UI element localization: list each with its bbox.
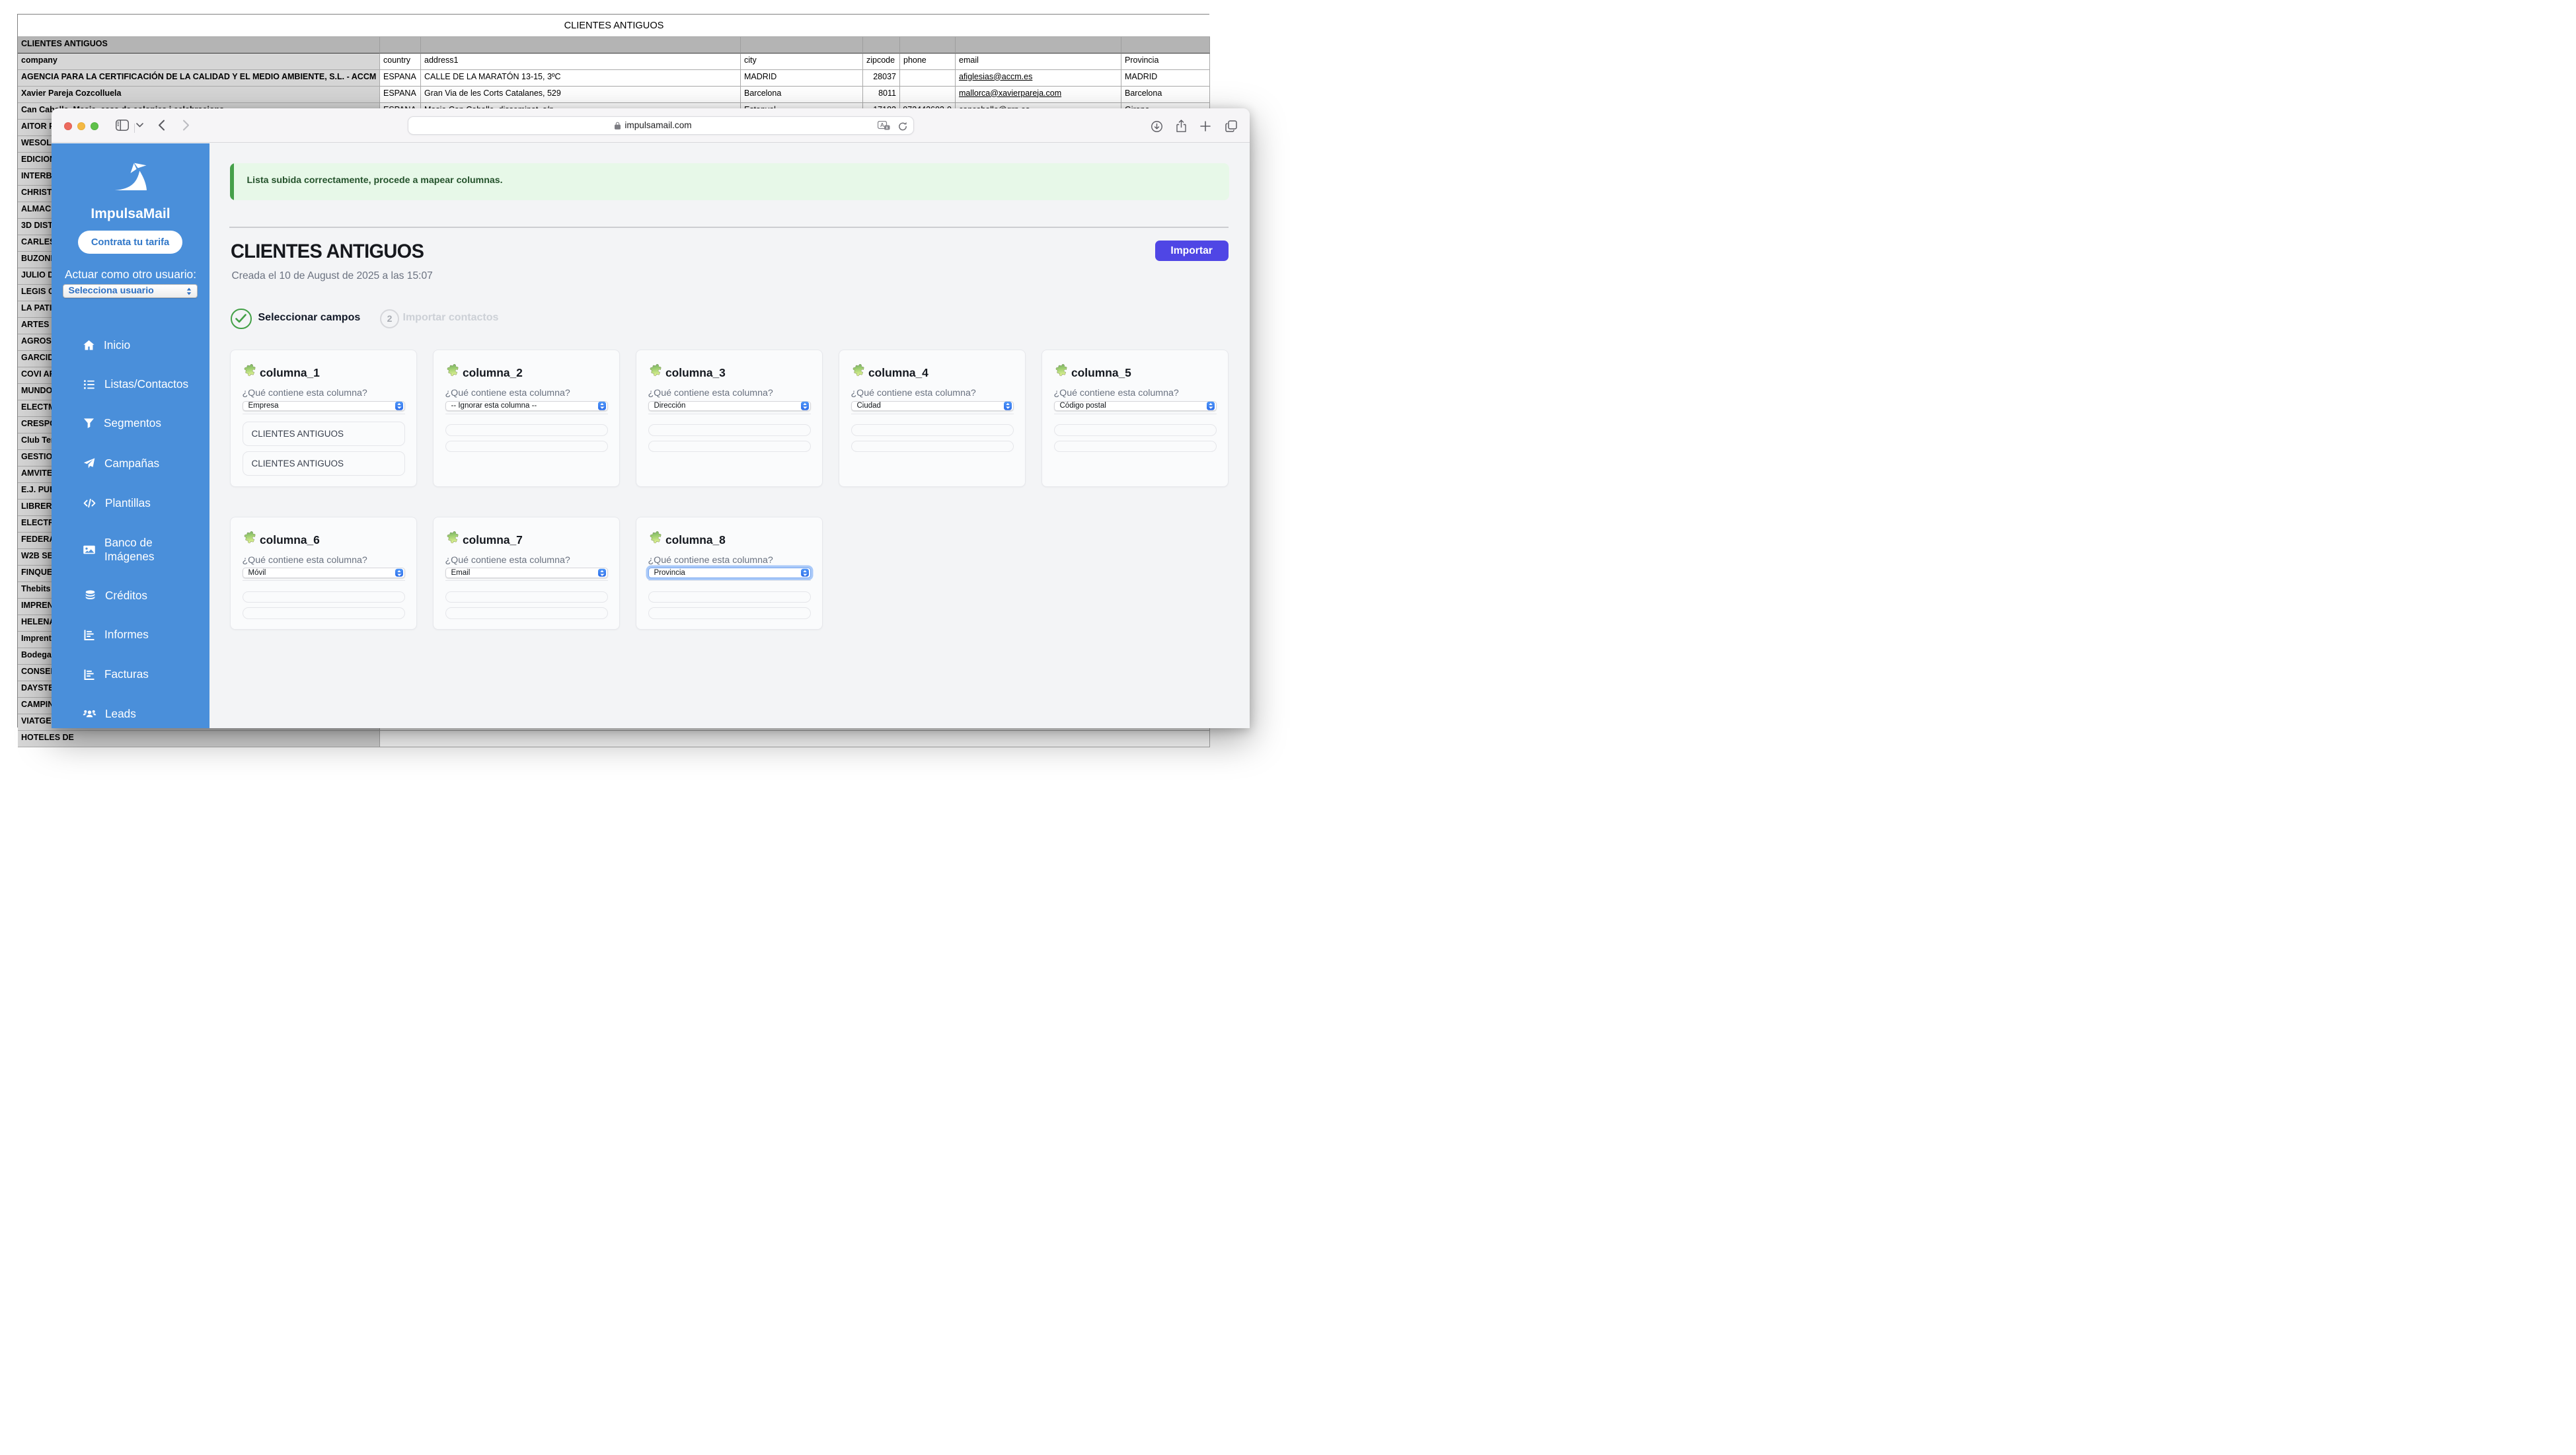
svg-text:A: A: [880, 122, 884, 128]
